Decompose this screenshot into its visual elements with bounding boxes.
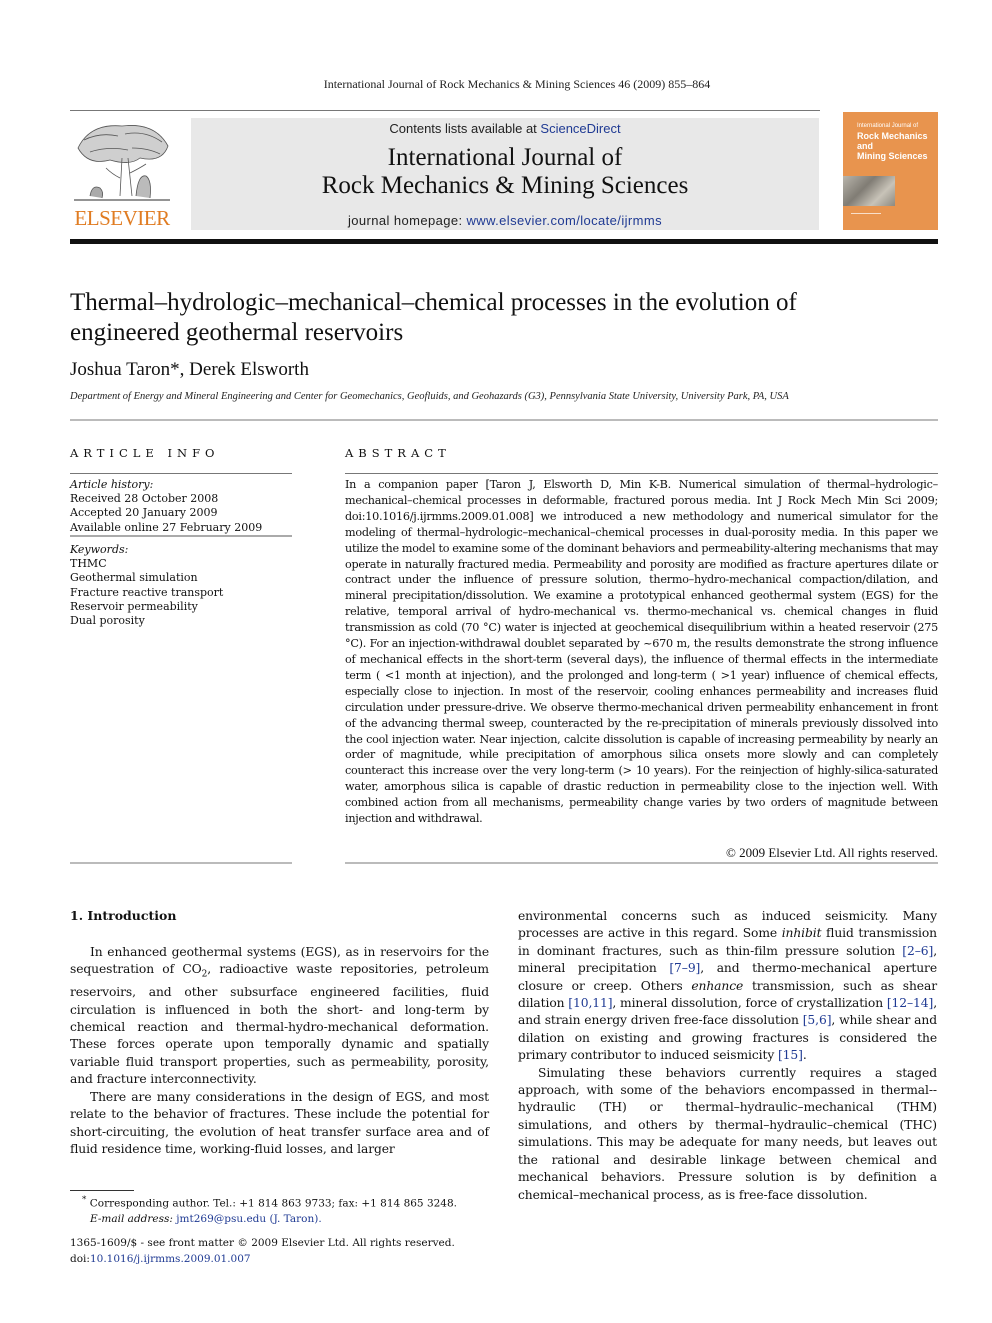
journal-title[interactable]: International Journal of Rock Mechanics … bbox=[191, 144, 819, 200]
paragraph: There are many considerations in the des… bbox=[70, 1089, 489, 1156]
corresponding-author-mark[interactable]: * bbox=[170, 359, 180, 380]
footnote-text: Corresponding author. Tel.: +1 814 863 9… bbox=[86, 1197, 458, 1210]
citation-link[interactable]: [5,6] bbox=[803, 1013, 832, 1027]
keyword-item: THMC bbox=[70, 557, 107, 571]
header-rule bbox=[70, 110, 820, 111]
contents-prefix: Contents lists available at bbox=[389, 121, 541, 136]
elsevier-tree-icon bbox=[74, 125, 170, 201]
journal-masthead: Contents lists available at ScienceDirec… bbox=[191, 118, 819, 230]
masthead-thick-rule bbox=[70, 239, 938, 244]
paragraph: In enhanced geothermal systems (EGS), as… bbox=[70, 944, 489, 1089]
citation-link[interactable]: [2–6] bbox=[902, 944, 933, 958]
email-label: E-mail address: bbox=[90, 1213, 177, 1225]
cover-small-line: International Journal of bbox=[857, 123, 919, 129]
keyword-item: Reservoir permeability bbox=[70, 599, 198, 613]
issn-line: 1365-1609/$ - see front matter © 2009 El… bbox=[70, 1237, 455, 1249]
elsevier-logo[interactable]: ELSEVIER bbox=[70, 118, 174, 230]
corresponding-author-footnote: * Corresponding author. Tel.: +1 814 863… bbox=[82, 1193, 457, 1228]
cover-publisher-mark bbox=[851, 213, 881, 222]
keyword-item: Geothermal simulation bbox=[70, 571, 198, 585]
author-name[interactable]: Derek Elsworth bbox=[189, 359, 309, 380]
citation-link[interactable]: [12–14] bbox=[887, 996, 933, 1010]
article-info-heading: ARTICLE INFO bbox=[70, 446, 220, 460]
email-link[interactable]: jmt269@psu.edu bbox=[176, 1213, 266, 1225]
cover-line3: Mining Sciences bbox=[857, 151, 928, 161]
affiliation: Department of Energy and Mineral Enginee… bbox=[70, 391, 789, 402]
cover-photo-image bbox=[843, 176, 895, 206]
emphasis: inhibit bbox=[781, 926, 822, 941]
affiliation-rule bbox=[70, 419, 938, 421]
body-column-right: environmental concerns such as induced s… bbox=[518, 908, 937, 1204]
paragraph-text: , radioactive waste repositories, petrol… bbox=[70, 962, 489, 1087]
abstract-text: In a companion paper [Taron J, Elsworth … bbox=[345, 478, 938, 826]
paragraph-text: , mineral dissolution, force of crystall… bbox=[612, 996, 887, 1011]
history-online: Available online 27 February 2009 bbox=[70, 520, 263, 534]
doi-prefix: doi: bbox=[70, 1252, 90, 1265]
front-matter: 1365-1609/$ - see front matter © 2009 El… bbox=[70, 1236, 455, 1267]
contents-line: Contents lists available at ScienceDirec… bbox=[191, 121, 819, 136]
cover-title: International Journal of Rock Mechanics … bbox=[857, 122, 928, 161]
running-head: International Journal of Rock Mechanics … bbox=[323, 77, 711, 91]
journal-title-line1: International Journal of bbox=[387, 144, 623, 171]
article-title-line1: Thermal–hydrologic–mechanical–chemical p… bbox=[70, 289, 797, 316]
citation-link[interactable]: [7–9] bbox=[669, 961, 700, 975]
footnote-rule bbox=[70, 1190, 134, 1191]
article-info-rule bbox=[70, 473, 292, 474]
keyword-item: Fracture reactive transport bbox=[70, 585, 224, 599]
doi-link[interactable]: 10.1016/j.ijrmms.2009.01.007 bbox=[90, 1253, 251, 1265]
email-owner: (J. Taron). bbox=[266, 1213, 322, 1225]
abstract-heading: ABSTRACT bbox=[345, 446, 451, 460]
emphasis: enhance bbox=[691, 978, 744, 993]
author-name[interactable]: Joshua Taron bbox=[70, 359, 170, 380]
elsevier-wordmark: ELSEVIER bbox=[74, 206, 170, 230]
article-title-line2: engineered geothermal reservoirs bbox=[70, 319, 404, 346]
history-rule bbox=[70, 535, 292, 537]
keywords: Keywords: THMC Geothermal simulation Fra… bbox=[70, 543, 223, 628]
homepage-prefix: journal homepage: bbox=[348, 213, 467, 228]
homepage-line: journal homepage: www.elsevier.com/locat… bbox=[191, 213, 819, 228]
history-accepted: Accepted 20 January 2009 bbox=[70, 506, 218, 520]
citation-link[interactable]: [10,11] bbox=[568, 996, 612, 1010]
history-label: Article history: bbox=[70, 478, 154, 491]
cover-line2: and bbox=[857, 141, 874, 151]
article-history: Article history: Received 28 October 200… bbox=[70, 478, 262, 535]
journal-cover-thumbnail[interactable]: International Journal of Rock Mechanics … bbox=[843, 112, 938, 230]
author-list: Joshua Taron*, Derek Elsworth bbox=[70, 359, 309, 381]
cover-line1: Rock Mechanics bbox=[857, 131, 928, 141]
citation-link[interactable]: [15] bbox=[778, 1048, 803, 1062]
keyword-item: Dual porosity bbox=[70, 614, 145, 628]
paragraph: environmental concerns such as induced s… bbox=[518, 908, 937, 1065]
history-received: Received 28 October 2008 bbox=[70, 492, 219, 506]
sciencedirect-link[interactable]: ScienceDirect bbox=[540, 121, 620, 136]
author-separator: , bbox=[179, 359, 190, 380]
abstract-rule bbox=[345, 473, 938, 474]
article-info-bottom-rule bbox=[70, 862, 292, 864]
article-title: Thermal–hydrologic–mechanical–chemical p… bbox=[70, 288, 940, 348]
section-heading-introduction: 1. Introduction bbox=[70, 908, 177, 923]
journal-title-line2: Rock Mechanics & Mining Sciences bbox=[321, 172, 689, 199]
keywords-label: Keywords: bbox=[70, 543, 129, 556]
paragraph-text: . bbox=[802, 1048, 807, 1063]
body-column-left: In enhanced geothermal systems (EGS), as… bbox=[70, 944, 489, 1158]
abstract-bottom-rule bbox=[345, 862, 938, 864]
abstract-copyright: © 2009 Elsevier Ltd. All rights reserved… bbox=[725, 845, 938, 860]
paragraph: Simulating these behaviors currently req… bbox=[518, 1065, 937, 1202]
journal-homepage-link[interactable]: www.elsevier.com/locate/ijrmms bbox=[467, 213, 663, 228]
